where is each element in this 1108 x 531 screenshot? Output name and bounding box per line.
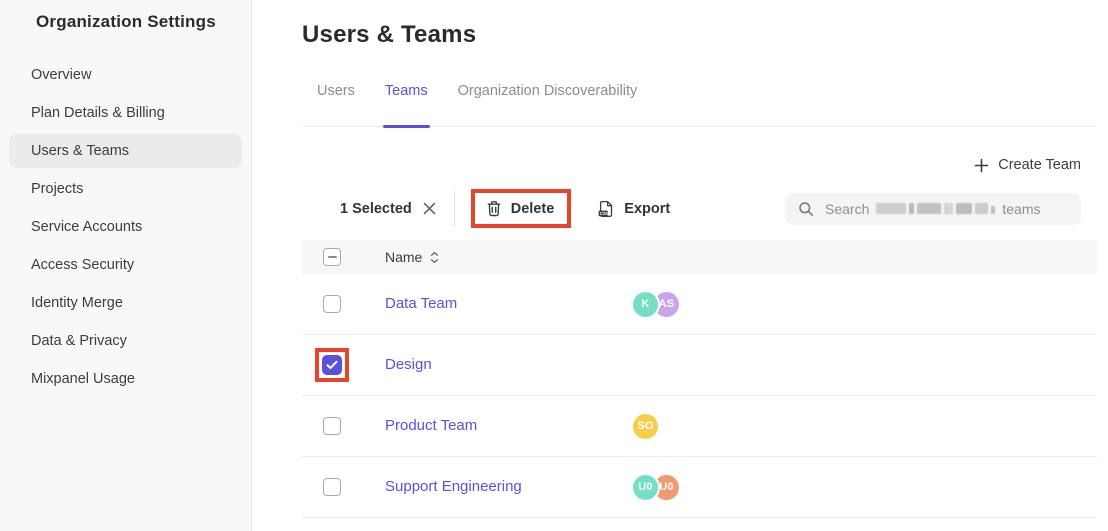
indeterminate-dash-icon — [328, 256, 337, 258]
selected-count-wrap: 1 Selected — [340, 201, 436, 217]
create-team-row: Create Team — [302, 157, 1097, 173]
row-checkbox[interactable] — [323, 295, 341, 313]
checkbox-cell — [323, 295, 341, 313]
row-checkbox[interactable] — [322, 355, 342, 375]
create-team-label: Create Team — [998, 157, 1081, 173]
sidebar-nav: Overview Plan Details & Billing Users & Te… — [0, 58, 251, 396]
sidebar-item-users-teams[interactable]: Users & Teams — [9, 134, 242, 168]
checkbox-wrap — [323, 478, 341, 496]
team-name-cell: Product Team — [385, 417, 631, 435]
sidebar-item-mixpanel-usage[interactable]: Mixpanel Usage — [9, 362, 242, 396]
team-link-product-team[interactable]: Product Team — [385, 417, 477, 434]
page-title: Users & Teams — [302, 21, 1097, 49]
member-avatar: U0 — [631, 473, 660, 502]
team-link-data-team[interactable]: Data Team — [385, 295, 457, 312]
member-avatar: SO — [631, 412, 660, 441]
teams-table: Name Data Team KAS Design Product Team SO Sup… — [302, 240, 1097, 518]
select-all-checkbox[interactable] — [323, 248, 341, 266]
table-row-design: Design — [302, 335, 1097, 396]
table-body: Data Team KAS Design Product Team SO Support … — [302, 274, 1097, 518]
checkbox-wrap — [323, 417, 341, 435]
tab-organization-discoverability[interactable]: Organization Discoverability — [456, 83, 640, 126]
team-name-cell: Support Engineering — [385, 478, 631, 496]
trash-icon — [486, 200, 502, 217]
team-members-cell: SO — [631, 412, 660, 441]
clear-selection-button[interactable] — [423, 202, 436, 215]
delete-label: Delete — [511, 201, 555, 217]
sidebar-item-data-privacy[interactable]: Data & Privacy — [9, 324, 242, 358]
search-icon — [798, 201, 814, 217]
team-name-cell: Data Team — [385, 295, 631, 313]
sort-icon — [430, 251, 439, 264]
plus-icon — [974, 158, 989, 173]
team-name-cell: Design — [385, 356, 631, 374]
tabs: Users Teams Organization Discoverability — [302, 83, 1097, 127]
checkbox-cell — [323, 417, 341, 435]
selected-count: 1 Selected — [340, 201, 412, 217]
row-checkbox[interactable] — [323, 417, 341, 435]
toolbar-divider — [454, 191, 455, 227]
svg-text:CSV: CSV — [600, 211, 609, 216]
table-row-data-team: Data Team KAS — [302, 274, 1097, 335]
tab-users[interactable]: Users — [315, 83, 357, 126]
sidebar-item-plan-details-billing[interactable]: Plan Details & Billing — [9, 96, 242, 130]
checkbox-wrap — [323, 295, 341, 313]
search-input[interactable]: Search teams — [785, 193, 1081, 225]
tab-teams[interactable]: Teams — [383, 83, 430, 126]
export-button[interactable]: CSV Export — [597, 200, 670, 218]
sidebar-title: Organization Settings — [0, 12, 251, 32]
row-checkbox[interactable] — [323, 478, 341, 496]
bulk-actions-toolbar: 1 Selected Delete — [302, 187, 1097, 230]
team-members-cell: U0U0 — [631, 473, 681, 502]
name-column-header[interactable]: Name — [385, 249, 631, 265]
team-link-support-engineering[interactable]: Support Engineering — [385, 478, 522, 495]
sidebar-item-overview[interactable]: Overview — [9, 58, 242, 92]
sidebar-item-service-accounts[interactable]: Service Accounts — [9, 210, 242, 244]
team-link-design[interactable]: Design — [385, 356, 432, 373]
redacted-search-text — [876, 203, 995, 214]
sidebar-item-identity-merge[interactable]: Identity Merge — [9, 286, 242, 320]
annotation-box — [315, 348, 349, 382]
export-label: Export — [624, 201, 670, 217]
create-team-button[interactable]: Create Team — [974, 157, 1081, 173]
sidebar: Organization Settings Overview Plan Detai… — [0, 0, 252, 531]
member-avatar: K — [631, 290, 660, 319]
main-content: Users & Teams Users Teams Organization Dis… — [252, 0, 1108, 531]
team-members-cell: KAS — [631, 290, 681, 319]
csv-file-icon: CSV — [597, 200, 615, 218]
sidebar-item-projects[interactable]: Projects — [9, 172, 242, 206]
search-placeholder: Search teams — [825, 201, 1040, 217]
sidebar-item-access-security[interactable]: Access Security — [9, 248, 242, 282]
table-row-product-team: Product Team SO — [302, 396, 1097, 457]
table-header-row: Name — [302, 240, 1097, 274]
delete-button[interactable]: Delete — [471, 189, 572, 228]
checkbox-cell — [323, 478, 341, 496]
checkbox-cell — [323, 355, 341, 375]
table-row-support-engineering: Support Engineering U0U0 — [302, 457, 1097, 518]
